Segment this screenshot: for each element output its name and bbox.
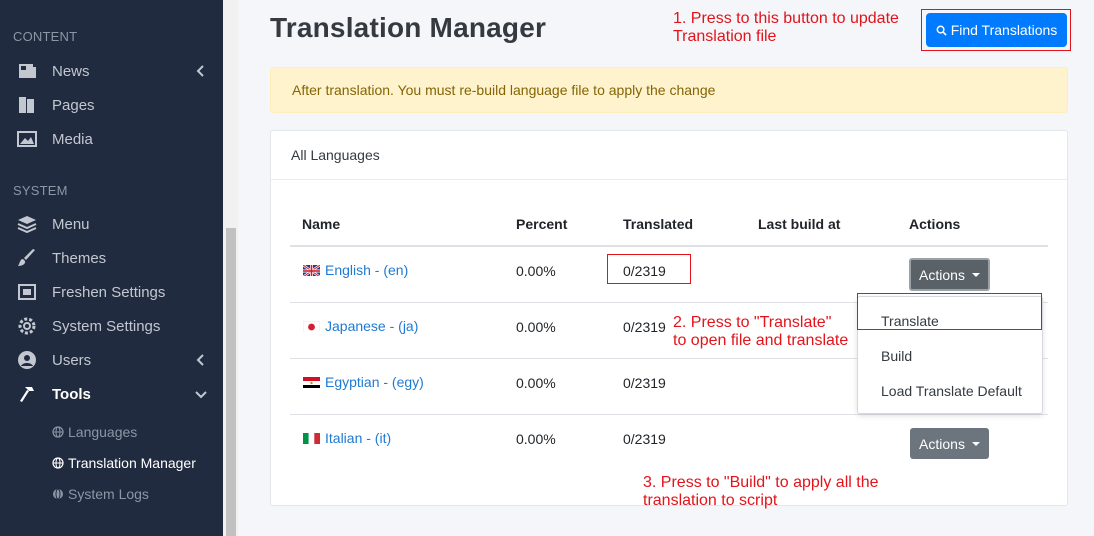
book-icon (16, 94, 38, 116)
japan-flag-icon (303, 320, 320, 332)
sidebar-item-users[interactable]: Users (0, 343, 223, 377)
users-icon (16, 349, 38, 371)
sidebar-item-label: Tools (52, 385, 91, 403)
column-header-name: Name (302, 216, 341, 232)
image-icon (16, 128, 38, 150)
percent-cell: 0.00% (516, 319, 556, 335)
annotation-line: 3. Press to "Build" to apply all the (643, 474, 879, 491)
language-name: Japanese - (ja) (325, 318, 419, 334)
italy-flag-icon (303, 432, 320, 444)
sidebar-subitem-label: System Logs (68, 486, 149, 502)
sidebar-subitem-system-logs[interactable]: System Logs (52, 480, 149, 508)
language-name: English - (en) (325, 262, 409, 278)
annotation-box-find (921, 9, 1071, 51)
sidebar-subitem-translation-manager[interactable]: Translation Manager (52, 449, 196, 477)
sidebar-item-tools[interactable]: Tools (0, 377, 223, 411)
translated-cell: 0/2319 (623, 319, 666, 335)
globe-icon (53, 488, 63, 500)
language-link-english[interactable]: English - (en) (303, 262, 408, 278)
card-header: All Languages (271, 131, 1067, 180)
annotation-line: 1. Press to this button to update (673, 10, 899, 27)
dropdown-item-build[interactable]: Build (881, 348, 912, 364)
dropdown-item-load-translate-default[interactable]: Load Translate Default (881, 383, 1022, 399)
sidebar-item-label: System Settings (52, 317, 161, 335)
sidebar-item-media[interactable]: Media (0, 122, 223, 156)
alert-text: After translation. You must re-build lan… (292, 82, 716, 98)
column-header-last-build: Last build at (758, 216, 841, 232)
sidebar-scrollbar-thumb[interactable] (226, 228, 236, 536)
sidebar-item-system-settings[interactable]: System Settings (0, 309, 223, 343)
annotation-box-translate (857, 293, 1042, 330)
annotation-note-3: 3. Press to "Build" to apply all the tra… (643, 474, 878, 510)
sidebar-item-pages[interactable]: Pages (0, 88, 223, 122)
uk-flag-icon (303, 264, 320, 276)
sidebar-item-freshen-settings[interactable]: Freshen Settings (0, 275, 223, 309)
percent-cell: 0.00% (516, 263, 556, 279)
table-header-divider (290, 245, 1048, 247)
translated-cell: 0/2319 (623, 375, 666, 391)
row-divider (290, 414, 1048, 415)
sidebar-item-label: News (52, 62, 90, 80)
annotation-box-translated (607, 254, 691, 284)
sidebar-item-label: Menu (52, 215, 90, 233)
sidebar-item-menu[interactable]: Menu (0, 207, 223, 241)
language-name: Italian - (it) (325, 430, 392, 446)
actions-label: Actions (919, 266, 965, 283)
annotation-line: translation to script (643, 492, 778, 509)
chevron-left-icon (196, 65, 204, 77)
cog-icon (16, 315, 38, 337)
sidebar-subitem-label: Translation Manager (68, 455, 196, 471)
sidebar-section-content: CONTENT (13, 29, 78, 44)
paint-brush-icon (16, 247, 38, 269)
language-link-italian[interactable]: Italian - (it) (303, 430, 391, 446)
language-link-egyptian[interactable]: Egyptian - (egy) (303, 374, 424, 390)
language-link-japanese[interactable]: Japanese - (ja) (303, 318, 418, 334)
percent-cell: 0.00% (516, 375, 556, 391)
sidebar-subitem-label: Languages (68, 424, 138, 440)
sidebar-item-label: Freshen Settings (52, 283, 166, 301)
annotation-line: 2. Press to "Translate" (673, 314, 832, 331)
sidebar-item-themes[interactable]: Themes (0, 241, 223, 275)
sidebar-item-label: Users (52, 351, 92, 369)
sidebar-item-label: Media (52, 130, 93, 148)
sidebar-item-label: Pages (52, 96, 95, 114)
hammer-icon (16, 383, 38, 405)
actions-button[interactable]: Actions (909, 258, 990, 291)
column-header-actions: Actions (909, 216, 961, 232)
alert-warning: After translation. You must re-build lan… (270, 67, 1068, 113)
sidebar-subitem-languages[interactable]: Languages (52, 418, 137, 446)
sidebar: CONTENT News Pages Media SYSTEM Menu The… (0, 0, 223, 536)
chevron-down-icon (195, 391, 207, 399)
percent-cell: 0.00% (516, 431, 556, 447)
newspaper-icon (16, 60, 38, 82)
sidebar-section-system: SYSTEM (13, 183, 68, 198)
translated-cell: 0/2319 (623, 431, 666, 447)
globe-icon (52, 457, 64, 469)
globe-icon (52, 426, 64, 438)
sidebar-item-news[interactable]: News (0, 54, 223, 88)
chevron-left-icon (196, 354, 204, 366)
caret-down-icon (971, 272, 980, 277)
annotation-note-1: 1. Press to this button to update Transl… (673, 10, 899, 46)
page-title: Translation Manager (270, 12, 547, 43)
crop-icon (16, 281, 38, 303)
column-header-translated: Translated (623, 216, 694, 232)
annotation-line: Translation file (673, 28, 777, 45)
layers-icon (16, 213, 38, 235)
column-header-percent: Percent (516, 216, 568, 232)
card-title: All Languages (291, 147, 380, 163)
language-name: Egyptian - (egy) (325, 374, 424, 390)
actions-button[interactable]: Actions (910, 428, 989, 459)
caret-down-icon (971, 441, 980, 446)
egypt-flag-icon (303, 376, 320, 388)
annotation-line: to open file and translate (673, 332, 849, 349)
annotation-note-2: 2. Press to "Translate" to open file and… (673, 314, 848, 350)
actions-label: Actions (919, 435, 965, 452)
sidebar-item-label: Themes (52, 249, 107, 267)
